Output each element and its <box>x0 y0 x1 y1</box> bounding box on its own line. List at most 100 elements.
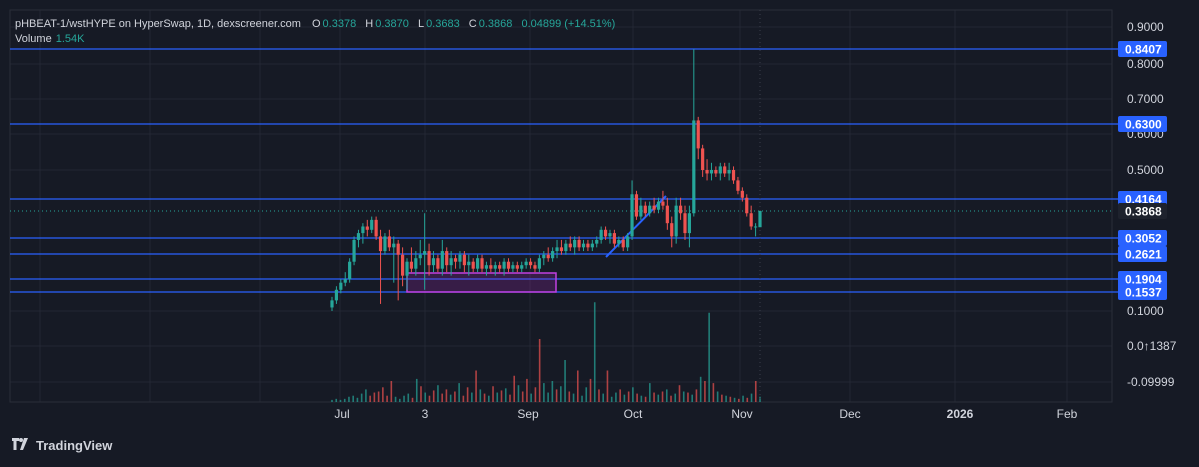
candle-body <box>361 226 365 234</box>
candle-body <box>586 243 590 248</box>
volume-bar <box>636 393 638 402</box>
volume-bar <box>619 389 621 402</box>
close-value: 0.3868 <box>478 18 513 30</box>
candle-body <box>643 205 647 214</box>
price-tick-label: 0.0↑1387 <box>1127 339 1177 353</box>
candle-body <box>449 258 453 266</box>
low-value: 0.3683 <box>426 18 460 30</box>
volume-bar <box>699 376 702 402</box>
candle-body <box>387 236 391 248</box>
candle-body <box>573 239 577 248</box>
candle-body <box>542 254 546 259</box>
volume-bar <box>483 393 486 402</box>
candle-body <box>661 201 665 206</box>
volume-bar <box>674 393 677 402</box>
candle-body <box>524 261 528 266</box>
volume-bar <box>487 395 490 402</box>
volume-bar <box>394 396 397 402</box>
volume-bar <box>649 383 651 402</box>
time-axis[interactable]: Jul 3 Sep Oct Nov Dec 2026 Feb <box>334 407 1077 421</box>
candle-body <box>692 120 696 214</box>
volume-bar <box>661 391 664 402</box>
candle-body <box>506 261 511 269</box>
price-axis[interactable]: 0.90000.80000.70000.60000.50000.10000.0↑… <box>1118 20 1177 389</box>
volume-bar <box>445 389 448 402</box>
chart-area[interactable]: 0.9000 0.8000 0.7000 0.6000 0.5000 0.1000 0.0↑… <box>0 0 1199 462</box>
price-tick-label: 0.1000 <box>1127 304 1164 318</box>
volume-bar <box>691 394 693 402</box>
volume-bar <box>403 395 405 402</box>
candle-body <box>418 254 422 259</box>
candle-body <box>365 226 369 230</box>
candle-body <box>705 170 709 174</box>
candle-body <box>687 213 692 234</box>
volume-bar <box>352 395 354 402</box>
range-box[interactable] <box>406 272 557 293</box>
candle-body <box>392 243 396 248</box>
volume-bar <box>356 397 359 402</box>
candle-body <box>414 258 418 269</box>
volume-bar <box>517 385 520 402</box>
volume-bar <box>670 395 672 402</box>
grid-lines <box>9 9 1113 403</box>
volume-legend: Volume 1.54K <box>15 31 84 47</box>
candle-body <box>436 258 440 269</box>
candle-body <box>652 205 656 210</box>
volume-bar <box>471 392 473 402</box>
volume-bar <box>704 381 706 402</box>
candle-body <box>405 261 409 276</box>
candle-body <box>396 243 400 255</box>
volume-bar <box>365 389 367 402</box>
candle-body <box>339 282 343 290</box>
volume-bar <box>733 397 736 402</box>
volume-bar <box>526 378 528 402</box>
candle-body <box>458 254 462 262</box>
candle-body <box>427 251 431 266</box>
volume-bar <box>665 389 668 402</box>
volume-bar <box>623 394 626 402</box>
volume-bar <box>458 383 460 402</box>
candle-body <box>493 265 497 269</box>
time-tick-label: Jul <box>334 407 349 421</box>
candle-body <box>564 243 568 252</box>
volume-bar <box>360 393 363 402</box>
volume-bar <box>399 398 401 402</box>
volume-bars <box>331 302 761 402</box>
volume-bar <box>509 394 511 402</box>
high-label: H <box>365 18 374 30</box>
volume-bar <box>530 393 532 402</box>
volume-bar <box>716 391 719 402</box>
candle-body <box>736 180 740 191</box>
open-value: 0.3378 <box>322 18 357 30</box>
candle-body <box>462 254 466 266</box>
volume-bar <box>407 393 410 402</box>
time-tick-label: Feb <box>1057 407 1078 421</box>
drawings[interactable] <box>10 10 1112 402</box>
candle-body <box>758 211 762 228</box>
volume-bar <box>632 387 634 402</box>
candle-body <box>334 289 339 301</box>
candle-body <box>696 120 700 149</box>
volume-bar <box>687 392 689 402</box>
candle-body <box>630 194 634 237</box>
time-tick-label: Nov <box>731 407 752 421</box>
candle-body <box>599 229 603 240</box>
volume-bar <box>437 385 439 402</box>
tradingview-brand[interactable]: TradingView <box>12 438 112 453</box>
candle-body <box>489 265 493 269</box>
candle-body <box>515 265 519 269</box>
candle-body <box>617 239 621 244</box>
volume-bar <box>644 396 647 402</box>
candle-body <box>343 279 347 283</box>
price-chart[interactable]: 0.90000.80000.70000.60000.50000.10000.0↑… <box>0 0 1199 462</box>
candle-body <box>656 201 661 210</box>
volume-bar <box>331 399 333 402</box>
candle-body <box>665 205 669 224</box>
change-value: 0.04899 (+14.51%) <box>521 18 616 30</box>
tradingview-label: TradingView <box>36 438 113 453</box>
volume-bar <box>475 370 477 402</box>
candle-body <box>502 261 506 269</box>
candle-body <box>423 251 427 255</box>
volume-bar <box>382 387 384 402</box>
volume-bar <box>576 370 579 402</box>
